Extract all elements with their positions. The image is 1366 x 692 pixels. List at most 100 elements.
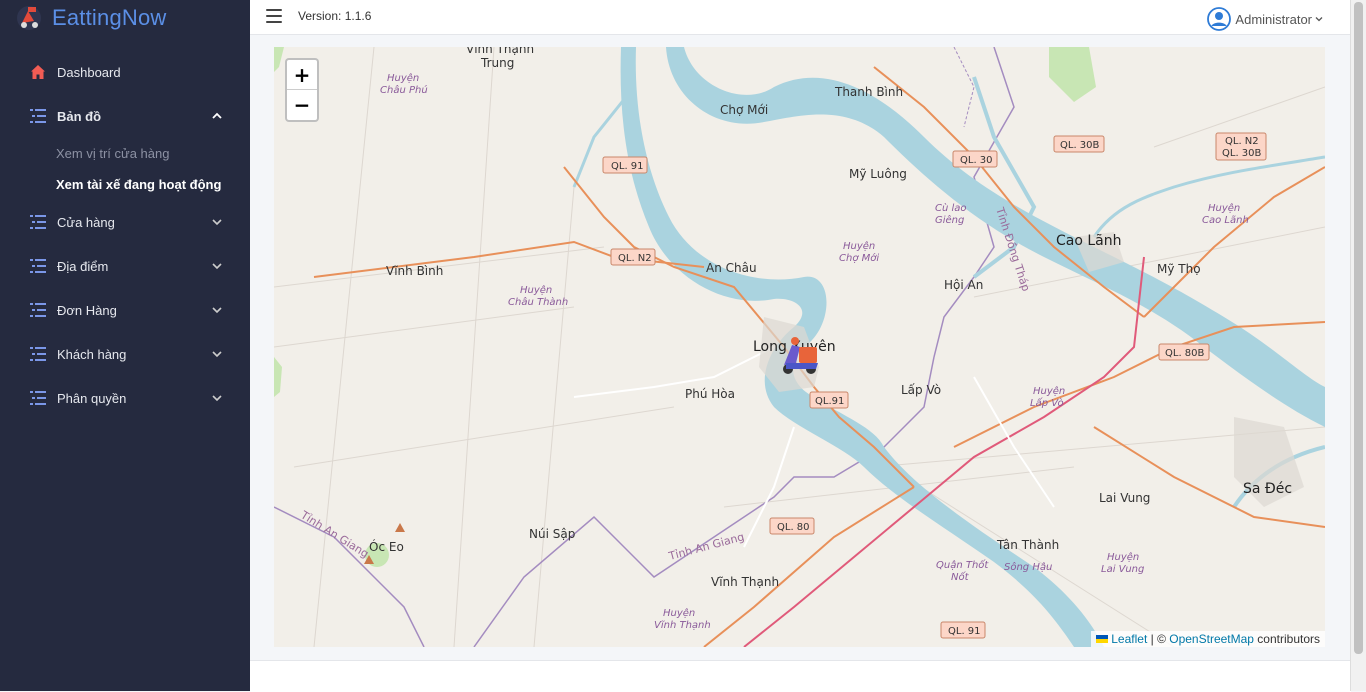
menu-toggle-icon[interactable] — [266, 9, 282, 23]
map-district-label: Huyện — [1208, 202, 1240, 214]
sidebar-item-label: Cửa hàng — [57, 214, 115, 230]
map-label: Mỹ Luông — [849, 167, 907, 181]
map-label: Thanh Bình — [834, 85, 903, 99]
sidebar-item-don-hang[interactable]: Đơn Hàng — [0, 288, 250, 332]
ukraine-flag-icon — [1096, 635, 1109, 643]
sidebar-item-cua-hang[interactable]: Cửa hàng — [0, 200, 250, 244]
road-shield: QL. 30B — [1053, 135, 1105, 153]
svg-text:QL. N2: QL. N2 — [1225, 136, 1259, 147]
sidebar-nav: Dashboard Bản đồ Xem vị trí cửa hàng Xem… — [0, 50, 250, 420]
map-label: Vĩnh Thạnh — [711, 575, 779, 589]
page-scrollbar[interactable] — [1350, 0, 1366, 691]
map-label: Giêng — [935, 214, 964, 226]
footer — [250, 660, 1351, 692]
map-label: Lấp Vò — [901, 383, 941, 397]
map-label: Phú Hòa — [685, 387, 735, 401]
svg-text:QL. 30B: QL. 30B — [1222, 148, 1262, 159]
map-district-label: Lấp Vò — [1030, 397, 1064, 409]
leaflet-link[interactable]: Leaflet — [1111, 632, 1147, 646]
map-label: Vĩnh Thạnh — [466, 47, 534, 56]
sidebar-subitem-store-location[interactable]: Xem vị trí cửa hàng — [0, 138, 250, 169]
list-icon — [30, 108, 46, 124]
sidebar-item-dia-diem[interactable]: Địa điểm — [0, 244, 250, 288]
map-district-label: Huyện — [663, 607, 695, 619]
map-district-label: Châu Phú — [380, 84, 428, 96]
svg-text:QL. 91: QL. 91 — [611, 161, 644, 172]
map-district-label: Vĩnh Thạnh — [654, 620, 711, 631]
top-header: Version: 1.1.6 Administrator — [250, 0, 1351, 35]
user-name: Administrator — [1235, 11, 1312, 27]
svg-text:QL. N2: QL. N2 — [618, 253, 652, 264]
map-district-label: Huyện — [387, 72, 419, 84]
sidebar-item-ban-do[interactable]: Bản đồ — [0, 94, 250, 138]
map-label: Lai Vung — [1099, 491, 1150, 505]
road-shield: QL. N2 QL. 30B — [1215, 132, 1267, 161]
map-label: Núi Sập — [529, 527, 575, 541]
map-district-label: Huyện — [520, 284, 552, 296]
sidebar-item-phan-quyen[interactable]: Phân quyền — [0, 376, 250, 420]
map-attribution: Leaflet | © OpenStreetMap contributors — [1091, 631, 1325, 647]
sidebar-item-label: Dashboard — [57, 64, 121, 80]
road-shield: QL. 80B — [1158, 343, 1210, 361]
map-district-label: Quận Thốt — [936, 558, 989, 571]
map-label: Cù lao — [935, 202, 967, 214]
map-label: An Châu — [706, 261, 757, 275]
home-icon — [30, 64, 46, 80]
sidebar-item-dashboard[interactable]: Dashboard — [0, 50, 250, 94]
map-label: Sa Đéc — [1243, 481, 1292, 497]
road-shield: QL. 80 — [769, 517, 815, 535]
map-district-label: Nốt — [951, 570, 970, 583]
chevron-down-icon — [1315, 17, 1323, 22]
sidebar-subitem-active-drivers[interactable]: Xem tài xế đang hoạt động — [0, 169, 250, 200]
zoom-control: + − — [285, 58, 319, 122]
attribution-suffix: contributors — [1253, 632, 1320, 646]
svg-text:QL. 30: QL. 30 — [960, 155, 993, 166]
zoom-out-button[interactable]: − — [287, 90, 317, 120]
map-label: Tân Thành — [996, 538, 1059, 552]
map-district-label: Huyện — [1107, 551, 1139, 563]
list-icon — [30, 258, 46, 274]
map-label: Vĩnh Bình — [386, 264, 443, 278]
zoom-in-button[interactable]: + — [287, 60, 317, 90]
map-label: Óc Eo — [369, 539, 404, 554]
road-shield: QL.91 — [809, 391, 849, 409]
svg-text:QL. 80: QL. 80 — [777, 522, 810, 533]
sidebar-item-label: Địa điểm — [57, 258, 109, 274]
list-icon — [30, 214, 46, 230]
map-district-label: Châu Thành — [508, 296, 568, 308]
map-label: Chợ Mới — [720, 103, 768, 117]
map-district-label: Chợ Mới — [839, 252, 879, 264]
road-shield: QL. 91 — [940, 621, 986, 639]
attribution-separator: | © — [1147, 632, 1170, 646]
map-district-label: Lai Vung — [1101, 564, 1144, 575]
road-shield: QL. 91 — [602, 156, 648, 174]
map-district-label: Huyện — [1033, 385, 1065, 397]
chevron-down-icon — [212, 219, 222, 226]
map-district-label: Cao Lãnh — [1202, 215, 1249, 226]
osm-link[interactable]: OpenStreetMap — [1169, 632, 1254, 646]
map-district-label: Huyện — [843, 240, 875, 252]
map-tiles: Vĩnh Thạnh Trung Chợ Mới Thanh Bình Mỹ L… — [274, 47, 1325, 647]
user-menu[interactable]: Administrator — [1207, 7, 1323, 31]
chevron-up-icon — [212, 112, 222, 119]
list-icon — [30, 302, 46, 318]
version-label: Version: 1.1.6 — [298, 9, 372, 23]
chevron-down-icon — [212, 351, 222, 358]
brand[interactable]: EattingNow — [14, 2, 167, 34]
map-label: Hội An — [944, 278, 983, 292]
list-icon — [30, 346, 46, 362]
map-container[interactable]: Vĩnh Thạnh Trung Chợ Mới Thanh Bình Mỹ L… — [274, 47, 1325, 647]
sidebar-item-khach-hang[interactable]: Khách hàng — [0, 332, 250, 376]
svg-text:QL. 91: QL. 91 — [948, 626, 981, 637]
delivery-logo-icon — [17, 6, 41, 30]
sidebar-item-label: Bản đồ — [57, 108, 102, 124]
chevron-down-icon — [212, 395, 222, 402]
road-shield: QL. 30 — [952, 150, 998, 168]
list-icon — [30, 390, 46, 406]
svg-text:QL.91: QL.91 — [815, 396, 844, 407]
scrollbar-thumb[interactable] — [1354, 2, 1363, 654]
map-label: Sông Hậu — [1004, 561, 1052, 573]
map-label: Cao Lãnh — [1056, 233, 1122, 249]
chevron-down-icon — [212, 307, 222, 314]
map-label: Trung — [480, 56, 514, 70]
